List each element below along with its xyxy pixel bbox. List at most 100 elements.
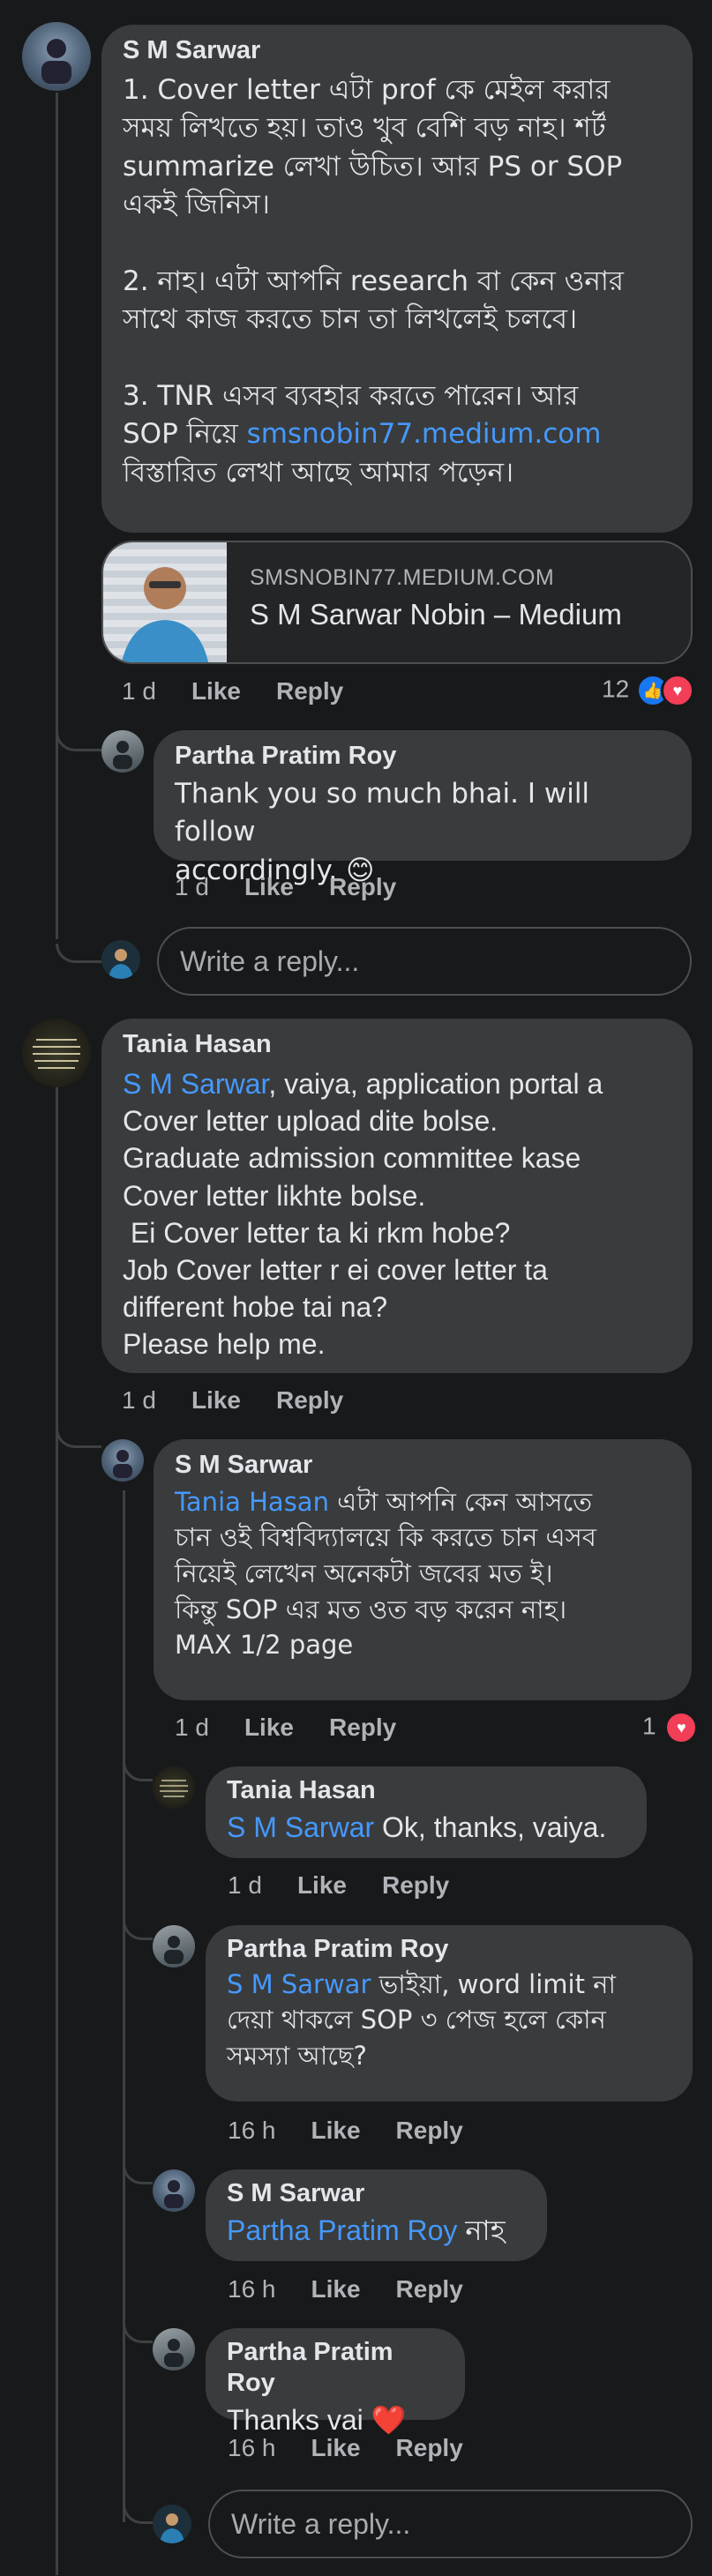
- timestamp[interactable]: 16 h: [228, 2275, 276, 2303]
- avatar[interactable]: [153, 2328, 195, 2371]
- person-silhouette-icon: [41, 39, 71, 84]
- link-preview-card[interactable]: SMSNOBIN77.MEDIUM.COM S M Sarwar Nobin –…: [101, 541, 693, 664]
- avatar[interactable]: [153, 2169, 195, 2212]
- timestamp[interactable]: 1 d: [175, 1714, 209, 1741]
- mention-link[interactable]: S M Sarwar: [227, 1969, 371, 1999]
- like-button[interactable]: Like: [311, 2275, 361, 2303]
- person-silhouette-icon: [113, 1450, 132, 1478]
- reply-bubble: S M Sarwar Tania Hasan এটা আপনি কেন আসতে…: [154, 1439, 692, 1700]
- avatar[interactable]: [22, 1019, 91, 1087]
- timestamp[interactable]: 16 h: [228, 2434, 276, 2461]
- thread-branch: [123, 2165, 153, 2184]
- timestamp[interactable]: 1 d: [228, 1871, 262, 1899]
- thread-branch: [56, 1429, 101, 1448]
- reply-input[interactable]: Write a reply...: [208, 2490, 693, 2558]
- reply-actions: 1 d Like Reply: [228, 1871, 484, 1900]
- reply-bubble: S M Sarwar Partha Pratim Roy নাহ: [206, 2169, 547, 2261]
- reply-author[interactable]: Tania Hasan: [227, 1775, 626, 1806]
- like-button[interactable]: Like: [297, 1871, 347, 1899]
- link-domain: SMSNOBIN77.MEDIUM.COM: [250, 565, 555, 590]
- thread-line: [56, 1085, 58, 2575]
- thread-branch: [56, 944, 101, 963]
- thread-branch: [56, 732, 101, 751]
- reply-button[interactable]: Reply: [329, 873, 396, 900]
- comment-author[interactable]: Tania Hasan: [123, 1029, 671, 1060]
- love-reaction-icon: ♥: [660, 674, 694, 707]
- reaction-count: 12: [602, 675, 630, 703]
- thread-branch: [123, 2505, 153, 2524]
- reply-button[interactable]: Reply: [396, 2434, 463, 2461]
- like-button[interactable]: Like: [311, 2434, 361, 2461]
- thread-line: [56, 93, 58, 939]
- reply-author[interactable]: S M Sarwar: [227, 2178, 526, 2209]
- current-user-avatar: [101, 940, 140, 979]
- reply-actions: 16 h Like Reply: [228, 2434, 498, 2462]
- reply-text-part: Ok, thanks, vaiya.: [374, 1811, 607, 1843]
- reply-input[interactable]: Write a reply...: [157, 927, 692, 996]
- comment-link[interactable]: smsnobin77.medium.com: [247, 418, 602, 450]
- link-preview-thumbnail: [103, 542, 227, 662]
- timestamp[interactable]: 16 h: [228, 2117, 276, 2144]
- like-button[interactable]: Like: [191, 1386, 241, 1414]
- person-silhouette-icon: [109, 949, 133, 979]
- timestamp[interactable]: 1 d: [122, 1386, 156, 1414]
- comment-text: S M Sarwar, vaiya, application portal a …: [123, 1065, 671, 1363]
- avatar[interactable]: [101, 1439, 144, 1482]
- comment-text: 1. Cover letter এটা prof কে মেইল করার সম…: [123, 71, 671, 492]
- mention-link[interactable]: Partha Pratim Roy: [227, 2214, 457, 2246]
- thread-branch: [123, 2324, 153, 2343]
- comment-bubble: S M Sarwar 1. Cover letter এটা prof কে ম…: [101, 25, 693, 533]
- reply-actions: 16 h Like Reply: [228, 2117, 498, 2145]
- like-button[interactable]: Like: [244, 1714, 294, 1741]
- reply-bubble: Partha Pratim Roy Thanks vai ❤️: [206, 2328, 465, 2436]
- thread-branch: [123, 1762, 153, 1781]
- reaction-summary[interactable]: 12 👍 ♥: [602, 674, 694, 707]
- avatar[interactable]: [153, 1925, 195, 1967]
- mention-link[interactable]: Tania Hasan: [175, 1487, 329, 1517]
- comment-actions: 1 d Like Reply: [122, 677, 378, 706]
- avatar[interactable]: [153, 1766, 195, 1809]
- mention-link[interactable]: S M Sarwar: [227, 1811, 374, 1843]
- reply-author[interactable]: S M Sarwar: [175, 1450, 671, 1481]
- text-image-icon: [160, 1780, 188, 1797]
- reaction-summary[interactable]: 1 ♥: [642, 1711, 699, 1744]
- comment-bubble: Tania Hasan S M Sarwar, vaiya, applicati…: [101, 1019, 693, 1373]
- reply-actions: 16 h Like Reply: [228, 2275, 498, 2303]
- like-button[interactable]: Like: [191, 677, 241, 705]
- reply-actions: 1 d Like Reply: [175, 873, 431, 901]
- link-title: S M Sarwar Nobin – Medium: [250, 598, 622, 631]
- comment-text-part: 1. Cover letter এটা prof কে মেইল করার সম…: [123, 73, 624, 451]
- reply-text: S M Sarwar Ok, thanks, vaiya.: [227, 1808, 626, 1848]
- current-user-avatar: [153, 2505, 191, 2543]
- reply-author[interactable]: Partha Pratim Roy: [175, 741, 671, 772]
- reply-button[interactable]: Reply: [396, 2275, 463, 2303]
- reply-text: Tania Hasan এটা আপনি কেন আসতে চান ওই বিশ…: [175, 1484, 671, 1663]
- like-button[interactable]: Like: [244, 873, 294, 900]
- reply-button[interactable]: Reply: [382, 1871, 449, 1899]
- timestamp[interactable]: 1 d: [122, 677, 156, 705]
- person-silhouette-icon: [164, 1936, 184, 1964]
- reaction-count: 1: [642, 1712, 656, 1740]
- avatar[interactable]: [101, 730, 144, 773]
- like-button[interactable]: Like: [311, 2117, 361, 2144]
- reply-author[interactable]: Partha Pratim Roy: [227, 1934, 671, 1965]
- text-image-icon: [33, 1039, 80, 1069]
- reply-author[interactable]: Partha Pratim Roy: [227, 2337, 444, 2399]
- timestamp[interactable]: 1 d: [175, 873, 209, 900]
- reply-button[interactable]: Reply: [276, 1386, 343, 1414]
- avatar[interactable]: [22, 22, 91, 91]
- reply-button[interactable]: Reply: [276, 677, 343, 705]
- reply-text: S M Sarwar ভাইয়া, word limit না দেয়া থ…: [227, 1967, 671, 2074]
- comment-actions: 1 d Like Reply: [122, 1386, 378, 1415]
- reply-bubble: Partha Pratim Roy Thank you so much bhai…: [154, 730, 692, 886]
- comment-author[interactable]: S M Sarwar: [123, 35, 671, 66]
- reply-button[interactable]: Reply: [329, 1714, 396, 1741]
- mention-link[interactable]: S M Sarwar: [123, 1068, 268, 1100]
- reply-button[interactable]: Reply: [396, 2117, 463, 2144]
- reply-text: Partha Pratim Roy নাহ: [227, 2211, 526, 2251]
- person-silhouette-icon: [113, 741, 132, 769]
- comment-text-part: বিস্তারিত লেখা আছে আমার পড়েন।: [123, 456, 514, 489]
- reply-text-part: নাহ: [457, 2214, 506, 2246]
- reply-bubble: Partha Pratim Roy S M Sarwar ভাইয়া, wor…: [206, 1925, 693, 2102]
- comment-text-part: , vaiya, application portal a Cover lett…: [123, 1067, 603, 1361]
